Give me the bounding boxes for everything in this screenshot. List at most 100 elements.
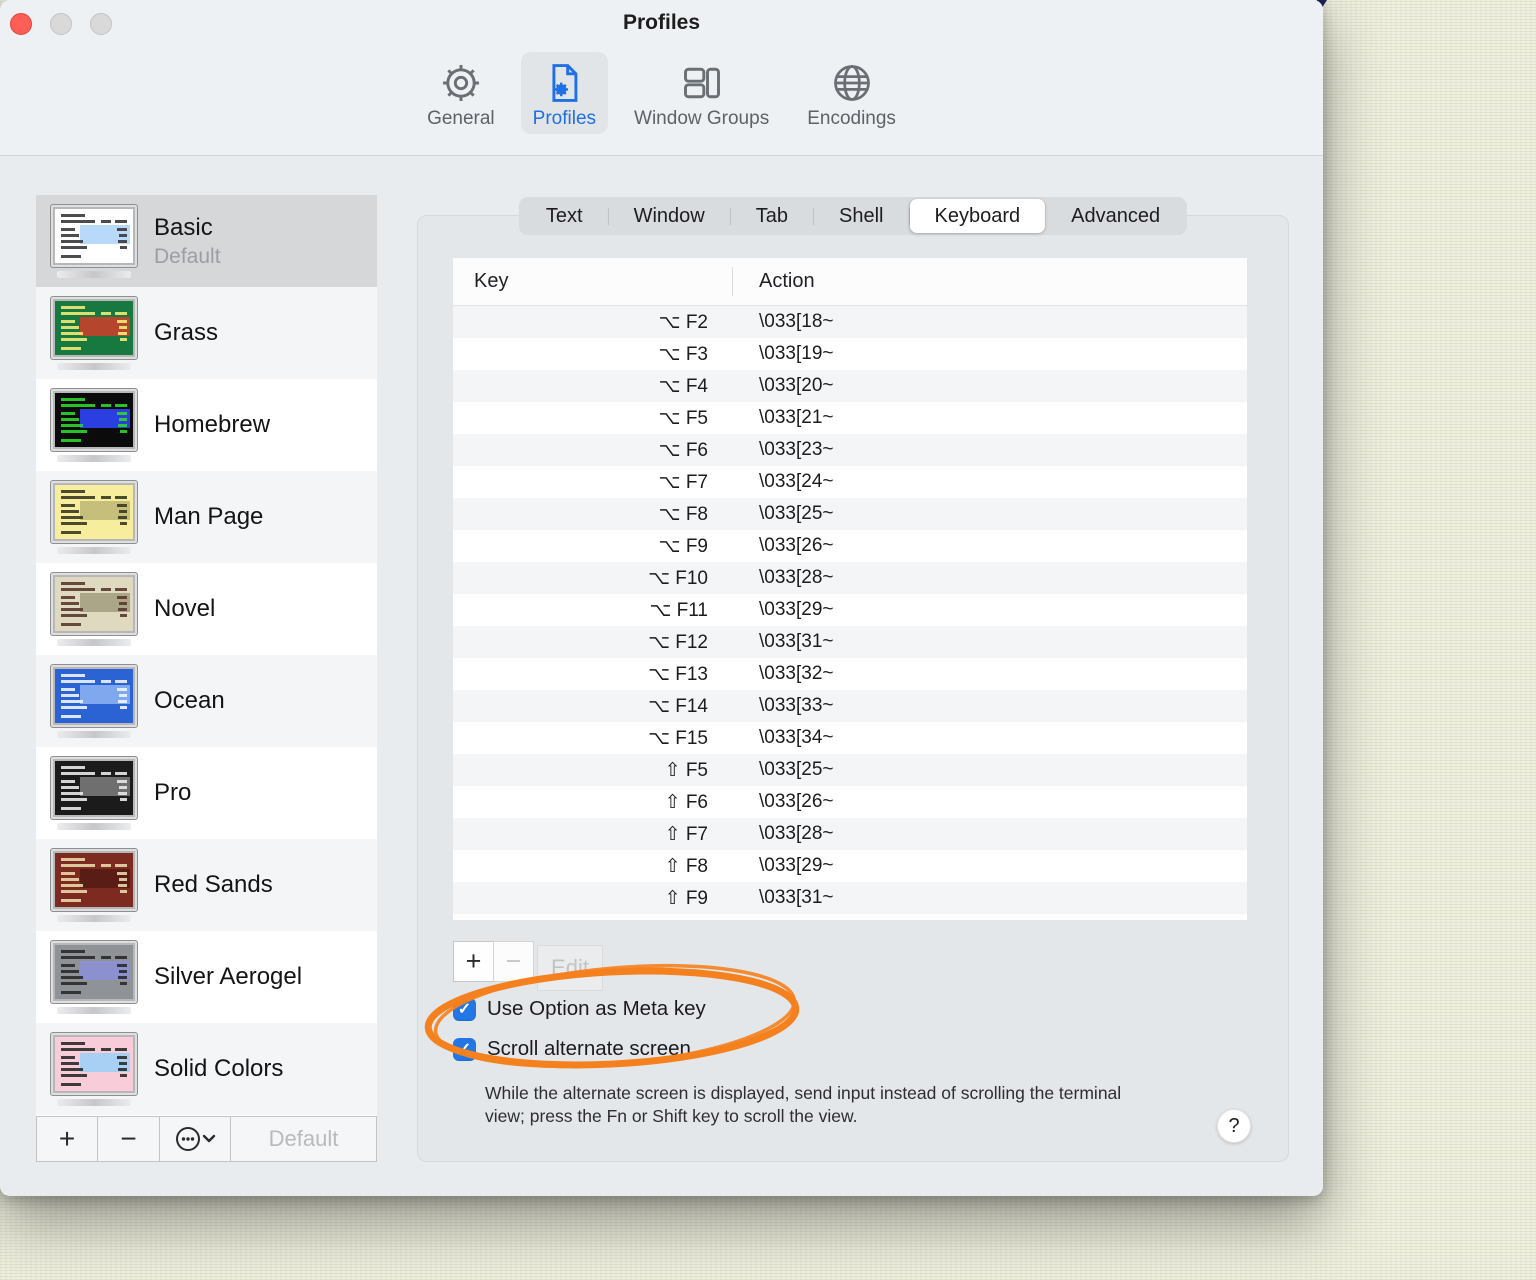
profile-list-item[interactable]: Ocean [36, 655, 377, 747]
thumb-text-line [61, 240, 83, 243]
thumb-text-line [61, 347, 81, 350]
remove-profile-button[interactable]: − [98, 1117, 160, 1161]
action-cell: \033[19~ [759, 343, 834, 364]
table-row[interactable]: ⌥ F15 \033[34~ [453, 722, 1247, 754]
add-profile-button[interactable]: + [37, 1117, 98, 1161]
tab-text[interactable]: Text [521, 199, 608, 233]
table-row[interactable]: ⌥ F2 \033[18~ [453, 306, 1247, 338]
key-cell: ⌥ F7 [658, 471, 708, 493]
thumbnail-reflection [57, 363, 131, 370]
thumb-text-line [117, 688, 127, 691]
key-cell: ⌥ F4 [658, 375, 708, 397]
table-row[interactable]: ⇧ F6 \033[26~ [453, 786, 1247, 818]
profile-list-item[interactable]: Homebrew [36, 379, 377, 471]
toolbar: General Profiles Window Groups Encodings [0, 52, 1323, 134]
toolbar-item-encodings[interactable]: Encodings [795, 52, 908, 134]
thumb-text-line [61, 504, 75, 507]
tab-keyboard[interactable]: Keyboard [909, 199, 1046, 233]
scroll-alternate-screen-checkbox[interactable]: ✓ [453, 1037, 476, 1061]
profile-thumbnail [55, 393, 133, 447]
profile-list-item[interactable]: Silver Aerogel [36, 931, 377, 1023]
table-row[interactable]: ⌥ F3 \033[19~ [453, 338, 1247, 370]
profile-list-footer: + − Default [36, 1116, 377, 1162]
profile-thumbnail [55, 853, 133, 907]
profile-list-item[interactable]: Man Page [36, 471, 377, 563]
toolbar-item-general[interactable]: General [415, 52, 507, 134]
thumb-text-line [61, 602, 79, 605]
key-cell: ⌥ F2 [658, 311, 708, 333]
close-button[interactable] [10, 13, 32, 35]
thumb-text-line [61, 680, 95, 683]
key-bindings-table[interactable]: Key Action ⌥ F2 \033[18~ ⌥ F3 \033[19~ ⌥… [453, 258, 1247, 920]
profile-list-item[interactable]: Pro [36, 747, 377, 839]
checkbox-label: Use Option as Meta key [487, 997, 706, 1020]
profiles-pane: Basic Default Grass Homebrew Man Page No… [0, 156, 1323, 1195]
thumb-text-line [61, 694, 79, 697]
thumb-text-line [119, 418, 127, 421]
table-row[interactable]: ⌥ F14 \033[33~ [453, 690, 1247, 722]
profile-list-item[interactable]: Red Sands [36, 839, 377, 931]
edit-binding-button[interactable]: Edit [537, 945, 603, 991]
table-row[interactable]: ⌥ F12 \033[31~ [453, 626, 1247, 658]
toolbar-item-profiles[interactable]: Profiles [520, 52, 609, 134]
table-row[interactable]: ⌥ F11 \033[29~ [453, 594, 1247, 626]
table-row[interactable]: ⌥ F8 \033[25~ [453, 498, 1247, 530]
profile-name: Ocean [154, 687, 225, 714]
thumb-text-line [61, 858, 85, 861]
table-row[interactable]: ⌥ F5 \033[21~ [453, 402, 1247, 434]
profile-list-item[interactable]: Basic Default [36, 195, 377, 287]
thumb-text-line [119, 326, 127, 329]
thumb-text-line [120, 982, 127, 985]
thumb-text-line [61, 884, 83, 887]
help-button[interactable]: ? [1217, 1109, 1251, 1143]
zoom-button[interactable] [90, 13, 112, 35]
globe-icon [829, 60, 875, 106]
thumb-text-line [61, 976, 83, 979]
profile-name: Pro [154, 779, 192, 806]
tab-window[interactable]: Window [609, 199, 730, 233]
tab-shell[interactable]: Shell [814, 199, 908, 233]
key-cell: ⇧ F5 [664, 759, 708, 781]
more-options-button[interactable] [160, 1117, 231, 1161]
add-binding-button[interactable]: + [453, 941, 494, 982]
profile-thumbnail [55, 761, 133, 815]
minimize-button[interactable] [50, 13, 72, 35]
table-row[interactable]: ⌥ F4 \033[20~ [453, 370, 1247, 402]
table-row[interactable]: ⇧ F8 \033[29~ [453, 850, 1247, 882]
table-row[interactable]: ⌥ F10 \033[28~ [453, 562, 1247, 594]
key-cell: ⌥ F15 [648, 727, 708, 749]
thumb-text-line [117, 1056, 127, 1059]
table-row[interactable]: ⇧ F9 \033[31~ [453, 882, 1247, 914]
thumb-text-line [115, 312, 127, 315]
key-cell: ⇧ F6 [664, 791, 708, 813]
default-button[interactable]: Default [231, 1117, 376, 1161]
table-row[interactable]: ⇧ F7 \033[28~ [453, 818, 1247, 850]
thumb-text-line [61, 950, 85, 953]
table-row[interactable]: ⌥ F7 \033[24~ [453, 466, 1247, 498]
thumb-text-line [61, 1056, 75, 1059]
profile-list-item[interactable]: Grass [36, 287, 377, 379]
table-row[interactable]: ⌥ F13 \033[32~ [453, 658, 1247, 690]
profile-name: Man Page [154, 503, 264, 530]
remove-binding-button[interactable]: − [493, 941, 534, 982]
table-row[interactable]: ⌥ F6 \033[23~ [453, 434, 1247, 466]
table-row[interactable]: ⌥ F9 \033[26~ [453, 530, 1247, 562]
gear-icon [438, 60, 484, 106]
toolbar-item-window-groups[interactable]: Window Groups [622, 52, 781, 134]
tab-tab[interactable]: Tab [731, 199, 813, 233]
tab-advanced[interactable]: Advanced [1046, 199, 1185, 233]
thumb-text-line [61, 798, 87, 801]
action-cell: \033[29~ [759, 599, 834, 620]
thumb-text-line [118, 884, 127, 887]
thumb-text-line [61, 715, 81, 718]
profile-list-item[interactable]: Novel [36, 563, 377, 655]
profile-list-item[interactable]: Solid Colors [36, 1023, 377, 1115]
use-option-as-meta-key-checkbox[interactable]: ✓ [453, 997, 476, 1021]
profile-name: Grass [154, 319, 219, 346]
thumb-text-line [61, 890, 87, 893]
table-row[interactable]: ⇧ F5 \033[25~ [453, 754, 1247, 786]
thumb-text-line [115, 772, 127, 775]
profile-name: Homebrew [154, 411, 271, 438]
profile-list: Basic Default Grass Homebrew Man Page No… [36, 195, 377, 1116]
thumb-text-line [61, 608, 83, 611]
